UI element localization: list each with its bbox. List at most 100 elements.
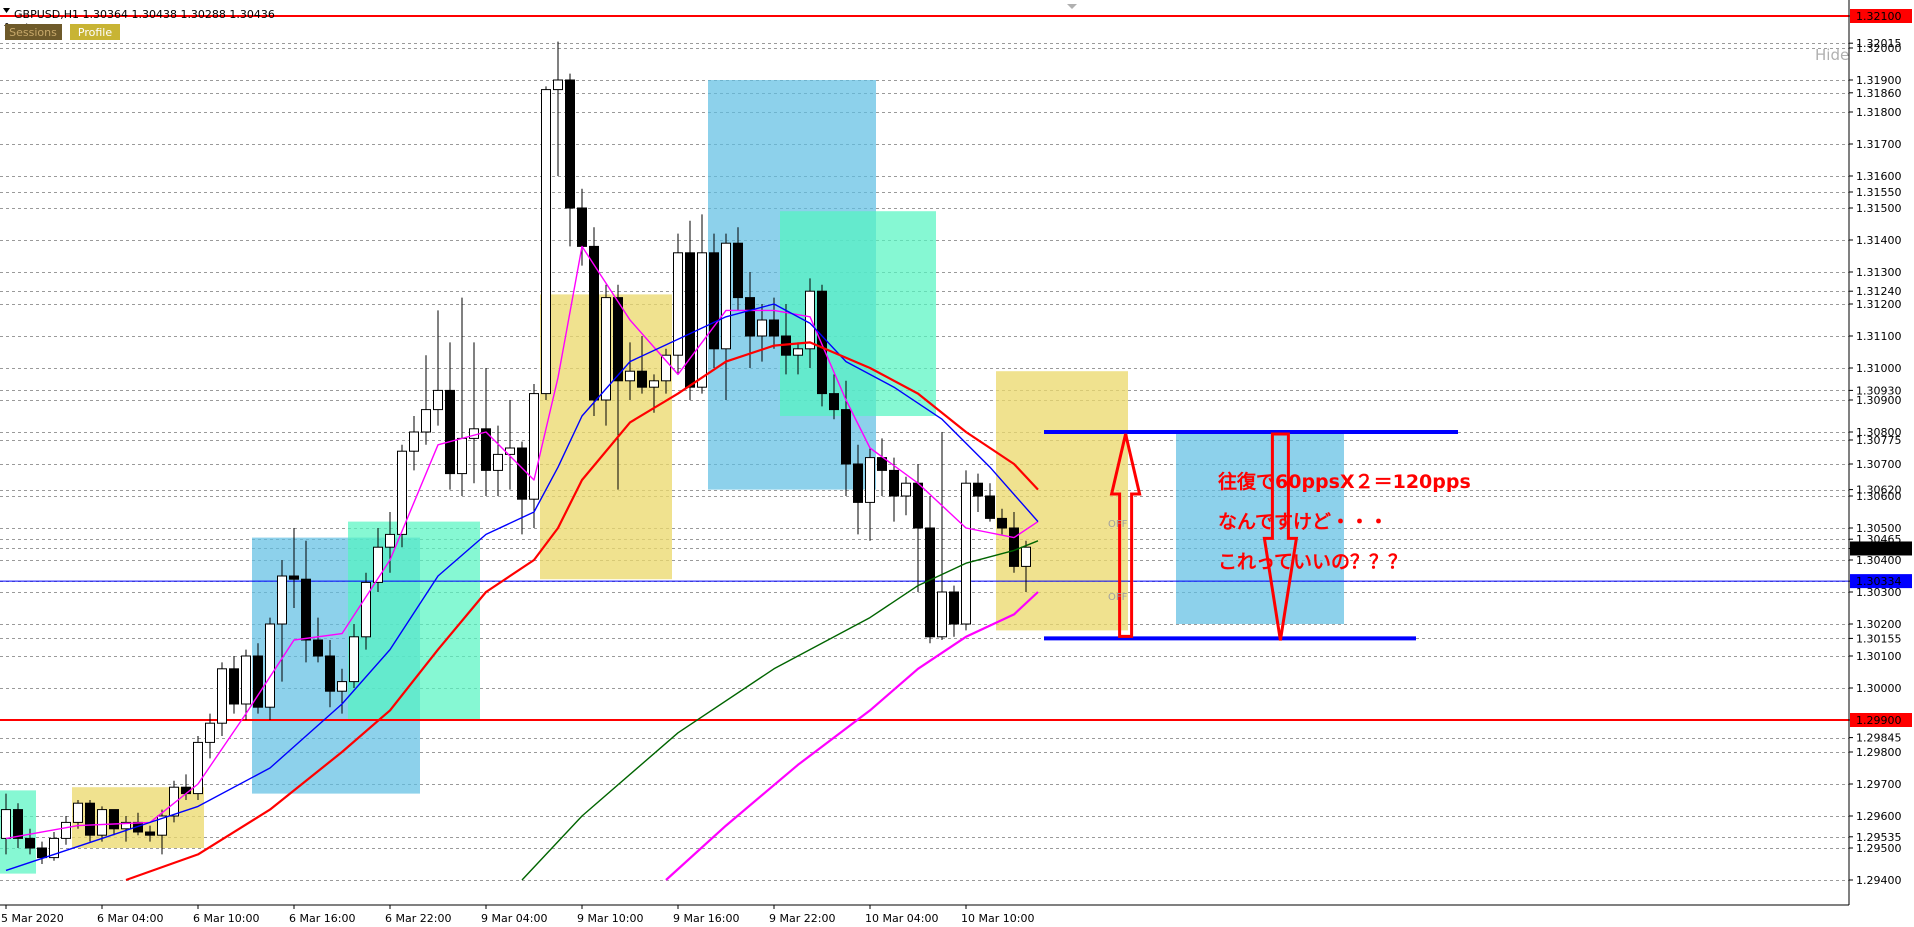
candle-body-bear <box>229 668 239 705</box>
candle-body-bear <box>1009 527 1019 567</box>
price-tick-label: 1.30900 <box>1856 394 1902 407</box>
candle <box>49 832 59 861</box>
profile-button[interactable]: Profile <box>70 24 120 40</box>
candle-body-bull <box>205 722 215 743</box>
candle <box>949 585 959 637</box>
candle-body-bull <box>361 581 371 638</box>
candle <box>565 73 575 247</box>
candle <box>925 496 935 644</box>
candle <box>685 220 695 400</box>
candle-body-bear <box>565 79 575 209</box>
candle-body-bear <box>313 639 323 657</box>
price-tick-label: 1.31500 <box>1856 202 1902 215</box>
candle-body-bull <box>661 354 671 382</box>
candle-body-bear <box>445 389 455 475</box>
price-tick-label: 1.30200 <box>1856 618 1902 631</box>
annotation-line-3: これっていいの？？？ <box>1218 551 1407 573</box>
price-tick-label: 1.29900 <box>1856 714 1902 727</box>
ma-line-4 <box>521 540 1039 881</box>
candle-body-bull <box>1021 546 1031 567</box>
candle-body-bear <box>325 655 335 692</box>
symbol-menu-icon[interactable] <box>3 8 10 13</box>
candle-body-bear <box>145 831 155 836</box>
collapse-icon[interactable] <box>1067 4 1077 9</box>
candle <box>469 342 479 484</box>
price-tick-label: 1.30300 <box>1856 586 1902 599</box>
candle-body-bear <box>289 575 299 580</box>
candle <box>493 425 503 496</box>
candle-body-bear <box>925 527 935 638</box>
price-tick-label: 1.29400 <box>1856 874 1902 887</box>
time-tick-label: 9 Mar 16:00 <box>673 912 739 925</box>
candle-body-bull <box>1 809 11 839</box>
candle-body-bear <box>769 319 779 337</box>
candle-body-bull <box>529 393 539 500</box>
chart-title: GBPUSD,H1 1.30364 1.30438 1.30288 1.3043… <box>14 8 275 21</box>
hide-button[interactable]: Hide <box>1815 46 1849 64</box>
candle-body-bull <box>961 482 971 625</box>
price-tick-label: 1.30155 <box>1856 632 1902 645</box>
candle-body-bear <box>709 252 719 350</box>
price-tick-label: 1.30000 <box>1856 682 1902 695</box>
candle-body-bull <box>721 242 731 350</box>
candle <box>553 41 563 176</box>
candle <box>961 470 971 631</box>
price-tick-label: 1.29700 <box>1856 778 1902 791</box>
candle-body-bull <box>421 409 431 433</box>
candle-body-bear <box>913 482 923 529</box>
price-tick-label: 1.31860 <box>1856 87 1902 100</box>
price-tick-label: 1.31300 <box>1856 266 1902 279</box>
candle <box>985 483 995 522</box>
annotation-line-1: 往復で60ppsX２＝120pps <box>1218 470 1471 493</box>
ma-line-5 <box>665 591 1039 881</box>
price-tick-label: 1.32100 <box>1856 10 1902 23</box>
candle-body-bull <box>625 370 635 382</box>
session-box-us <box>780 211 936 416</box>
candle <box>541 86 551 400</box>
candle <box>877 438 887 496</box>
candle <box>85 800 95 842</box>
candle <box>901 476 911 516</box>
candle-body-bull <box>409 431 419 452</box>
candle-body-bull <box>265 623 275 708</box>
time-tick-label: 9 Mar 22:00 <box>769 912 835 925</box>
price-tick-label: 1.29600 <box>1856 810 1902 823</box>
candle <box>457 297 467 496</box>
price-tick-label: 1.31240 <box>1856 285 1902 298</box>
sessions-button[interactable]: Sessions <box>5 24 62 40</box>
price-tick-label: 1.29800 <box>1856 746 1902 759</box>
price-tick-label: 1.29845 <box>1856 732 1902 745</box>
time-tick-label: 10 Mar 04:00 <box>865 912 938 925</box>
candle-body-bear <box>985 495 995 519</box>
price-tick-label: 1.29500 <box>1856 842 1902 855</box>
candle-body-bear <box>517 447 527 500</box>
candle-body-bear <box>829 393 839 411</box>
candle-body-bear <box>637 370 647 388</box>
candle-body-bull <box>73 802 83 823</box>
price-tick-label: 1.31600 <box>1856 170 1902 183</box>
candle-body-bull <box>937 591 947 638</box>
candle-body-bull <box>541 89 551 395</box>
candle-body-bull <box>97 809 107 836</box>
price-tick-label: 1.32000 <box>1856 42 1902 55</box>
candle-body-bear <box>13 809 23 839</box>
price-tick-label: 1.31400 <box>1856 234 1902 247</box>
off-label-top: OFF <box>1108 519 1128 530</box>
time-axis[interactable]: 5 Mar 2020 6 Mar 04:00 6 Mar 10:00 6 Mar 16… <box>1 905 1034 925</box>
candle <box>229 656 239 714</box>
candle-body-bear <box>301 578 311 641</box>
time-tick-label: 6 Mar 16:00 <box>289 912 355 925</box>
candle-body-bear <box>841 409 851 465</box>
candle-body-bear <box>973 482 983 497</box>
candle-body-bull <box>793 348 803 356</box>
candle-body-bear <box>577 207 587 247</box>
annotation-line-2: なんですけど・・・ <box>1218 511 1388 533</box>
time-tick-label: 10 Mar 10:00 <box>961 912 1034 925</box>
candle-body-bull <box>385 533 395 548</box>
price-tick-label: 1.30775 <box>1856 434 1902 447</box>
price-tick-label: 1.30100 <box>1856 650 1902 663</box>
price-tick-label: 1.30600 <box>1856 490 1902 503</box>
price-tick-label: 1.31800 <box>1856 106 1902 119</box>
candle-body-bull <box>553 79 563 91</box>
price-chart[interactable]: 1.321001.320151.320001.319001.318601.318… <box>0 0 1914 927</box>
